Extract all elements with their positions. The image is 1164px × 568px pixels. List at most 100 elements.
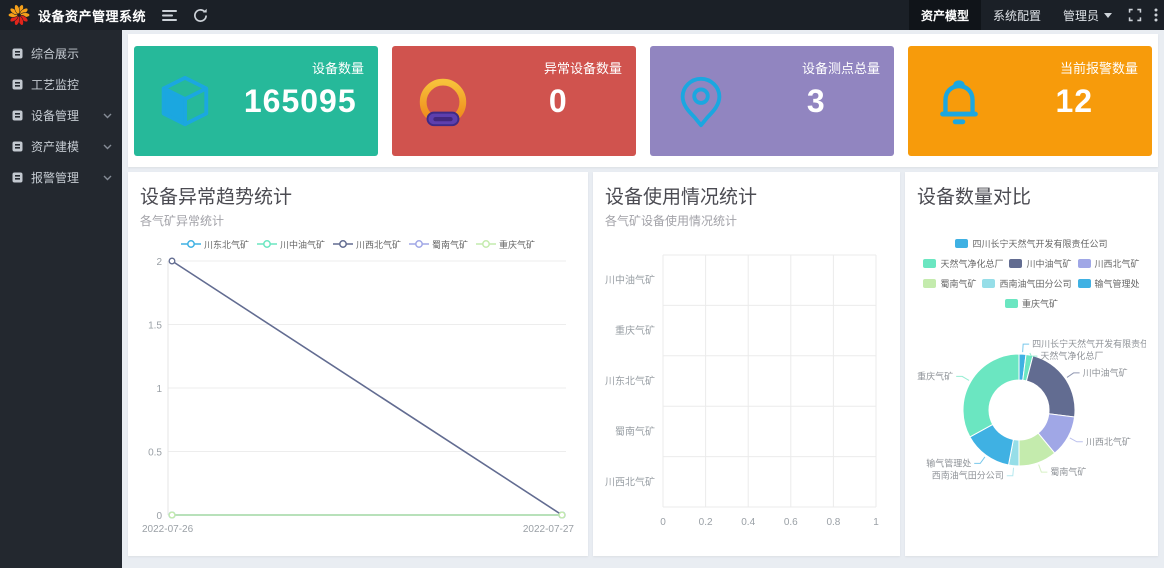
top-navbar: 设备资产管理系统 资产模型 系统配置 管理员 [0, 0, 1164, 30]
svg-text:0.4: 0.4 [741, 517, 755, 528]
line-chart: 00.511.522022-07-262022-07-27 [140, 251, 576, 543]
legend-swatch [955, 239, 968, 248]
legend-item[interactable]: 蜀南气矿 [409, 238, 468, 251]
svg-text:天然气净化总厂: 天然气净化总厂 [1040, 350, 1103, 361]
sidebar-item-label: 设备管理 [31, 107, 79, 124]
legend-item[interactable]: 重庆气矿 [1005, 297, 1058, 310]
svg-text:川中油气矿: 川中油气矿 [1083, 367, 1128, 378]
svg-text:西南油气田分公司: 西南油气田分公司 [932, 470, 1004, 481]
legend-item[interactable]: 川西北气矿 [1078, 257, 1140, 270]
chart-card-device-compare: 设备数量对比 四川长宁天然气开发有限责任公司天然气净化总厂川中油气矿川西北气矿蜀… [905, 172, 1158, 556]
stat-card-value: 12 [1055, 83, 1093, 120]
svg-text:川西北气矿: 川西北气矿 [605, 475, 655, 488]
sidebar-item[interactable]: 设备管理 [0, 100, 122, 131]
legend-label: 天然气净化总厂 [940, 257, 1003, 270]
legend-item[interactable]: 西南油气田分公司 [982, 277, 1071, 290]
document-icon [12, 48, 23, 59]
sidebar-item-label: 资产建模 [31, 138, 79, 155]
svg-text:0: 0 [660, 517, 666, 528]
petro-flower-icon [8, 4, 30, 26]
alarm-ring-icon [392, 46, 494, 156]
stat-card: 当前报警数量12 [908, 46, 1152, 156]
chevron-down-icon [103, 175, 112, 181]
legend-item[interactable]: 天然气净化总厂 [923, 257, 1003, 270]
legend-item[interactable]: 四川长宁天然气开发有限责任公司 [955, 237, 1107, 250]
donut-chart: 四川长宁天然气开发有限责任公司天然气净化总厂川中油气矿川西北气矿蜀南气矿西南油气… [917, 310, 1146, 556]
svg-text:2022-07-27: 2022-07-27 [523, 524, 575, 535]
svg-text:重庆气矿: 重庆气矿 [917, 370, 953, 381]
legend-swatch [1009, 259, 1022, 268]
stat-card-label: 设备数量 [312, 58, 364, 77]
chart-subtitle: 各气矿异常统计 [140, 212, 576, 229]
sidebar-item[interactable]: 工艺监控 [0, 69, 122, 100]
charts-row: 设备异常趋势统计 各气矿异常统计 川东北气矿川中油气矿川西北气矿蜀南气矿重庆气矿… [128, 172, 1158, 556]
svg-text:0: 0 [156, 511, 162, 522]
donut-chart-legend: 四川长宁天然气开发有限责任公司天然气净化总厂 川中油气矿 川西北气矿蜀南气矿西南油气… [917, 237, 1146, 310]
svg-text:2: 2 [156, 257, 162, 268]
refresh-icon[interactable] [193, 8, 208, 23]
line-chart-legend: 川东北气矿川中油气矿川西北气矿蜀南气矿重庆气矿 [140, 237, 576, 251]
svg-text:0.8: 0.8 [826, 517, 840, 528]
sidebar-item[interactable]: 报警管理 [0, 162, 122, 193]
legend-item[interactable]: 川中油气矿 [257, 238, 325, 251]
chevron-down-icon [103, 144, 112, 150]
svg-text:0.6: 0.6 [784, 517, 798, 528]
kebab-menu-icon[interactable] [1154, 8, 1158, 22]
app-logo [8, 4, 30, 26]
legend-label: 川中油气矿 [1026, 257, 1071, 270]
legend-item[interactable]: 重庆气矿 [476, 238, 535, 251]
legend-item[interactable]: 川东北气矿 [181, 238, 249, 251]
svg-text:蜀南气矿: 蜀南气矿 [615, 425, 655, 438]
legend-label: 蜀南气矿 [940, 277, 976, 290]
fullscreen-icon[interactable] [1128, 8, 1142, 22]
svg-text:输气管理处: 输气管理处 [926, 457, 971, 468]
document-icon [12, 172, 23, 183]
chart-title: 设备异常趋势统计 [140, 182, 576, 209]
sidebar-item[interactable]: 资产建模 [0, 131, 122, 162]
legend-swatch [1078, 259, 1091, 268]
chevron-down-icon [1104, 13, 1112, 18]
legend-item[interactable]: 川西北气矿 [333, 238, 401, 251]
chart-title: 设备使用情况统计 [605, 182, 888, 209]
legend-label: 川西北气矿 [1095, 257, 1140, 270]
svg-text:1.5: 1.5 [148, 321, 162, 332]
main-content: 设备数量165095异常设备数量0设备测点总量3当前报警数量12 设备异常趋势统… [122, 30, 1164, 568]
svg-text:重庆气矿: 重庆气矿 [615, 324, 655, 337]
navbar-right: 资产模型 系统配置 管理员 [909, 0, 1164, 30]
stats-panel: 设备数量165095异常设备数量0 设备测点总量 3 当前报警数量12 [128, 34, 1158, 167]
legend-label: 重庆气矿 [1022, 297, 1058, 310]
app-title: 设备资产管理系统 [38, 6, 146, 25]
chart-title: 设备数量对比 [917, 182, 1146, 209]
svg-text:川西北气矿: 川西北气矿 [1086, 436, 1131, 447]
bell-icon [908, 46, 1010, 156]
user-menu[interactable]: 管理员 [1053, 7, 1122, 24]
stat-card-value: 3 [807, 83, 826, 120]
document-icon [12, 141, 23, 152]
sidebar-item-label: 报警管理 [31, 169, 79, 186]
stat-card-label: 异常设备数量 [544, 58, 622, 77]
nav-link-asset-model[interactable]: 资产模型 [909, 0, 981, 30]
stat-card-label: 设备测点总量 [802, 58, 880, 77]
svg-text:川东北气矿: 川东北气矿 [605, 375, 655, 388]
document-icon [12, 79, 23, 90]
svg-text:蜀南气矿: 蜀南气矿 [1050, 466, 1086, 477]
chevron-down-icon [103, 113, 112, 119]
sidebar-item[interactable]: 综合展示 [0, 38, 122, 69]
legend-swatch [982, 279, 995, 288]
sidebar: 综合展示工艺监控设备管理资产建模报警管理 [0, 30, 122, 568]
stat-card: 异常设备数量0 [392, 46, 636, 156]
legend-item[interactable]: 川中油气矿 [1009, 257, 1071, 270]
svg-text:1: 1 [873, 517, 879, 528]
stat-card: 设备测点总量 3 [650, 46, 894, 156]
menu-collapse-icon[interactable] [162, 9, 177, 22]
chart-card-abnormal-trend: 设备异常趋势统计 各气矿异常统计 川东北气矿川中油气矿川西北气矿蜀南气矿重庆气矿… [128, 172, 588, 556]
nav-link-system-config[interactable]: 系统配置 [981, 0, 1053, 30]
svg-text:0.5: 0.5 [148, 448, 162, 459]
stat-card: 设备数量165095 [134, 46, 378, 156]
legend-item[interactable]: 输气管理处 [1078, 277, 1140, 290]
legend-swatch [1078, 279, 1091, 288]
svg-text:1: 1 [156, 384, 162, 395]
document-icon [12, 110, 23, 121]
legend-item[interactable]: 蜀南气矿 [923, 277, 976, 290]
legend-swatch [923, 259, 936, 268]
